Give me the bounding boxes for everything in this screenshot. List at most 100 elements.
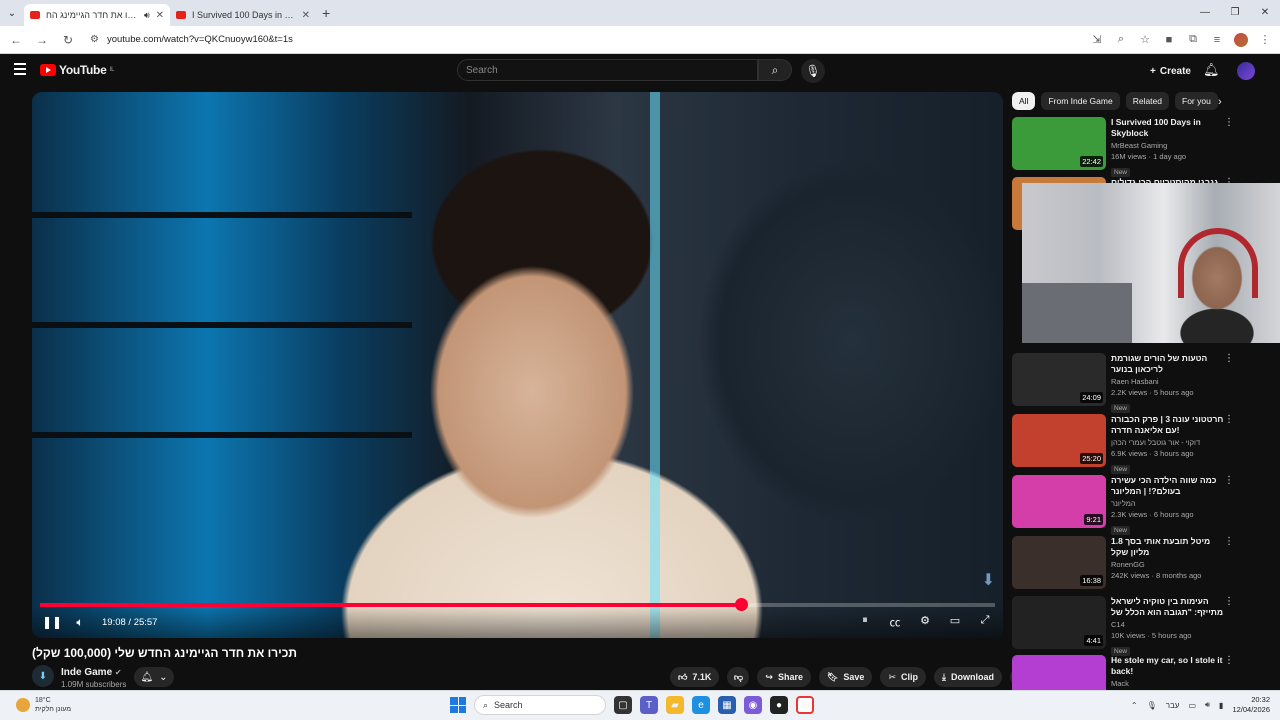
more-options-icon[interactable]: ⋮ <box>1224 536 1234 547</box>
chevron-right-icon[interactable]: › <box>1218 96 1222 108</box>
channel-avatar[interactable]: ⬇ <box>32 665 54 687</box>
chip-related[interactable]: Related <box>1125 92 1170 110</box>
browser-menu-icon[interactable]: ⋮ <box>1256 31 1274 49</box>
related-video-channel[interactable]: Mack <box>1111 679 1229 688</box>
youtube-logo[interactable]: YouTube IL <box>40 63 114 77</box>
related-video-item[interactable]: 4:41 העימות בין טוקיה לישראל מתייזף: "תגו… <box>1012 596 1242 656</box>
install-icon[interactable]: ⇲ <box>1088 31 1106 49</box>
related-video-channel[interactable]: C14 <box>1111 620 1229 629</box>
discord-icon[interactable]: ◉ <box>744 696 762 714</box>
video-thumbnail[interactable]: 22:42 <box>1012 117 1106 170</box>
like-button[interactable]: 👍︎ 7.1K <box>670 667 720 687</box>
media-controls-icon[interactable]: ≡ <box>1208 31 1226 49</box>
speaker-icon[interactable]: 🔊︎ <box>1205 700 1210 710</box>
download-button[interactable]: ⤓ Download <box>934 667 1002 687</box>
app-icon[interactable]: ● <box>770 696 788 714</box>
voice-search-button[interactable]: 🎙︎ <box>801 59 825 83</box>
related-video-channel[interactable]: Raen Hasbani <box>1111 377 1229 386</box>
chip-all[interactable]: All <box>1012 92 1036 110</box>
clock[interactable]: 20:32 12/04/2026 <box>1232 695 1270 715</box>
browser-tab[interactable]: I Survived 100 Days in Skybloc ✕ <box>170 4 316 26</box>
related-video-channel[interactable]: RonenGG <box>1111 560 1229 569</box>
display-icon[interactable]: ▭ <box>1188 701 1196 710</box>
chevron-up-icon[interactable]: ⌃ <box>1131 701 1138 710</box>
bookmark-star-icon[interactable]: ☆ <box>1136 31 1154 49</box>
subscription-bell-button[interactable]: 🔔︎ ⌄ <box>134 667 174 687</box>
video-thumbnail[interactable]: 4:41 <box>1012 596 1106 649</box>
related-video-title[interactable]: העימות בין טוקיה לישראל מתייזף: "תגובה ה… <box>1111 596 1229 618</box>
more-options-icon[interactable]: ⋮ <box>1224 353 1234 364</box>
more-options-icon[interactable]: ⋮ <box>1224 475 1234 486</box>
close-window-icon[interactable]: ✕ <box>1250 0 1280 24</box>
related-video-item[interactable]: 22:42 I Survived 100 Days in Skyblock MrBe… <box>1012 117 1242 177</box>
task-view-icon[interactable]: ▢ <box>614 696 632 714</box>
new-tab-icon[interactable]: + <box>322 5 330 21</box>
extension-icon[interactable]: ■ <box>1160 31 1178 49</box>
video-thumbnail[interactable]: 16:38 <box>1012 536 1106 589</box>
restore-icon[interactable]: ❐ <box>1220 0 1250 24</box>
browser-tab-active[interactable]: תכירו את חדר הגיימינג הח 🔊︎ ✕ <box>24 4 170 26</box>
create-button[interactable]: + Create <box>1142 61 1199 81</box>
dislike-button[interactable]: 👎︎ <box>727 667 750 687</box>
video-player[interactable]: ⬇ ❚❚ 🔈︎ 19:08 / 25:57 ⏸︎ ㏄ ⚙ ▭ ⤢ <box>32 92 1003 638</box>
search-button[interactable]: ⌕ <box>758 59 792 81</box>
share-button[interactable]: ↪ Share <box>757 667 811 687</box>
more-options-icon[interactable]: ⋮ <box>1224 414 1234 425</box>
menu-icon[interactable] <box>14 63 26 75</box>
user-avatar[interactable] <box>1237 62 1255 80</box>
pause-icon[interactable]: ❚❚ <box>42 615 62 629</box>
file-explorer-icon[interactable]: ▰ <box>666 696 684 714</box>
volume-icon[interactable]: 🔈︎ <box>72 615 88 630</box>
notifications-bell-icon[interactable]: 🔔︎ <box>1203 62 1220 78</box>
language-indicator[interactable]: עבר <box>1166 701 1180 710</box>
channel-watermark-icon[interactable]: ⬇ <box>982 570 995 590</box>
related-video-channel[interactable]: דוקוי - אור גוטבל ועמרי הכהן <box>1111 438 1229 447</box>
related-video-title[interactable]: He stole my car, so I stole it back! <box>1111 655 1229 677</box>
video-thumbnail[interactable]: 25:20 <box>1012 414 1106 467</box>
weather-widget[interactable]: 18°C מעונן חלקית <box>16 696 71 714</box>
related-video-title[interactable]: חרטטוני עונה 3 | פרק הכבורה עם אליאנה חד… <box>1111 414 1229 436</box>
minimize-icon[interactable]: — <box>1190 0 1220 24</box>
chrome-icon[interactable]: ◎ <box>796 696 814 714</box>
settings-gear-icon[interactable]: ⚙ <box>917 614 933 630</box>
related-video-channel[interactable]: המליונר <box>1111 499 1229 508</box>
fullscreen-icon[interactable]: ⤢ <box>977 614 993 630</box>
reload-icon[interactable]: ↻ <box>58 30 78 50</box>
edge-icon[interactable]: e <box>692 696 710 714</box>
related-video-title[interactable]: מיטל תובעת אותי בסך 1.8 מליון שקל <box>1111 536 1229 558</box>
microphone-icon[interactable]: 🎙︎ <box>1147 701 1157 710</box>
video-thumbnail[interactable]: 24:09 <box>1012 353 1106 406</box>
channel-name[interactable]: Inde Game ✔ <box>61 667 122 678</box>
back-icon[interactable]: ← <box>6 30 26 50</box>
related-video-title[interactable]: I Survived 100 Days in Skyblock <box>1111 117 1229 139</box>
speaker-icon[interactable]: 🔊︎ <box>144 10 150 21</box>
windows-start-icon[interactable] <box>450 697 466 713</box>
close-tab-icon[interactable]: ✕ <box>156 10 164 21</box>
related-video-item[interactable]: 24:09 הטעות של הורים שגורמת לריכאון בנוער… <box>1012 353 1242 413</box>
more-options-icon[interactable]: ⋮ <box>1224 655 1234 666</box>
battery-icon[interactable]: ▮ <box>1219 701 1223 710</box>
related-video-item[interactable]: 25:20 חרטטוני עונה 3 | פרק הכבורה עם אליא… <box>1012 414 1242 474</box>
profile-avatar[interactable] <box>1232 31 1250 49</box>
zoom-icon[interactable]: ⌕ <box>1112 31 1130 49</box>
teams-icon[interactable]: T <box>640 696 658 714</box>
close-tab-icon[interactable]: ✕ <box>302 10 310 21</box>
autoplay-toggle-icon[interactable]: ⏸︎ <box>857 614 873 630</box>
save-button[interactable]: 🔖︎ Save <box>818 667 873 687</box>
video-thumbnail[interactable]: 9:21 <box>1012 475 1106 528</box>
url-field[interactable]: ⚙ youtube.com/watch?v=QKCnuoyw160&t=1s <box>84 29 1082 51</box>
theater-mode-icon[interactable]: ▭ <box>947 614 963 630</box>
extensions-puzzle-icon[interactable]: ⧉ <box>1184 31 1202 49</box>
related-video-title[interactable]: כמה שווה הילדה הכי עשירה בעולם?! | המליו… <box>1111 475 1229 497</box>
subtitles-icon[interactable]: ㏄ <box>887 614 903 630</box>
related-video-title[interactable]: הטעות של הורים שגורמת לריכאון בנוער <box>1111 353 1229 375</box>
clip-button[interactable]: ✂ Clip <box>880 667 926 687</box>
search-input[interactable]: Search <box>457 59 758 81</box>
more-options-icon[interactable]: ⋮ <box>1224 596 1234 607</box>
chip-from-channel[interactable]: From Inde Game <box>1041 92 1120 110</box>
site-info-icon[interactable]: ⚙ <box>90 34 99 45</box>
related-video-channel[interactable]: MrBeast Gaming <box>1111 141 1229 150</box>
forward-icon[interactable]: → <box>32 30 52 50</box>
related-video-item[interactable]: 16:38 מיטל תובעת אותי בסך 1.8 מליון שקל Ro… <box>1012 536 1242 592</box>
more-options-icon[interactable]: ⋮ <box>1224 117 1234 128</box>
